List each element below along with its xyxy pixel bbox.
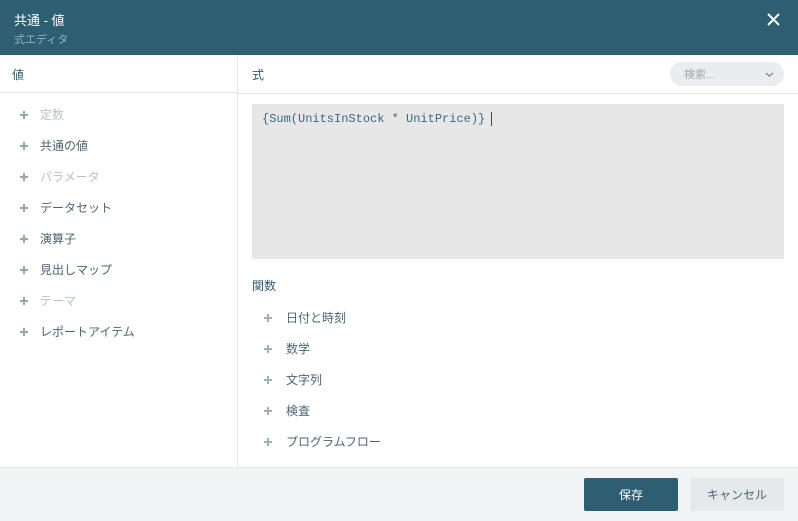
tree-item-label: 共通の値 [40, 137, 88, 154]
value-tree: 定数共通の値パラメータデータセット演算子見出しマップテーマレポートアイテム [0, 93, 237, 467]
tree-item[interactable]: テーマ [18, 285, 237, 316]
dialog-title: 共通 - 値 [14, 10, 763, 29]
save-button[interactable]: 保存 [584, 478, 678, 511]
left-panel: 値 定数共通の値パラメータデータセット演算子見出しマップテーマレポートアイテム [0, 55, 238, 467]
expand-icon[interactable] [262, 312, 274, 324]
close-icon[interactable] [763, 10, 784, 33]
dialog-body: 値 定数共通の値パラメータデータセット演算子見出しマップテーマレポートアイテム … [0, 55, 798, 467]
function-item-label: プログラムフロー [286, 433, 381, 450]
functions-wrap: 日付と時刻数学文字列検査プログラムフロー集計変換その他 [238, 302, 798, 467]
expand-icon[interactable] [18, 264, 30, 276]
tree-item[interactable]: データセット [18, 192, 237, 223]
cancel-button[interactable]: キャンセル [690, 478, 784, 511]
right-panel-top: 式 検索... [238, 55, 798, 94]
expand-icon[interactable] [18, 295, 30, 307]
function-item[interactable]: プログラムフロー [252, 426, 498, 457]
expression-text: {Sum(UnitsInStock * UnitPrice)} [262, 112, 485, 126]
function-item[interactable]: 検査 [252, 395, 498, 426]
tree-item-label: レポートアイテム [40, 323, 135, 340]
expand-icon[interactable] [262, 374, 274, 386]
chevron-down-icon [765, 68, 774, 80]
expand-icon[interactable] [18, 202, 30, 214]
tree-item-label: パラメータ [40, 168, 100, 185]
expand-icon[interactable] [262, 343, 274, 355]
expand-icon[interactable] [18, 140, 30, 152]
dialog-header: 共通 - 値 式エディタ [0, 0, 798, 55]
function-item-label: 数学 [286, 340, 310, 357]
expand-icon[interactable] [262, 405, 274, 417]
right-panel: 式 検索... {Sum(UnitsInStock * UnitPrice)} … [238, 55, 798, 467]
dialog-footer: 保存 キャンセル [0, 467, 798, 521]
tree-item-label: データセット [40, 199, 112, 216]
tree-item[interactable]: 演算子 [18, 223, 237, 254]
header-text: 共通 - 値 式エディタ [14, 10, 763, 47]
text-cursor [484, 112, 492, 126]
tree-item[interactable]: レポートアイテム [18, 316, 237, 347]
function-item-label: 文字列 [286, 371, 322, 388]
tree-item-label: 定数 [40, 106, 64, 123]
expand-icon[interactable] [262, 436, 274, 448]
tree-item[interactable]: 共通の値 [18, 130, 237, 161]
search-input[interactable]: 検索... [670, 62, 784, 86]
expand-icon[interactable] [18, 171, 30, 183]
function-item-label: 検査 [286, 402, 310, 419]
expand-icon[interactable] [18, 233, 30, 245]
expression-label: 式 [252, 66, 660, 83]
search-placeholder: 検索... [684, 69, 715, 81]
expression-textarea[interactable]: {Sum(UnitsInStock * UnitPrice)} [252, 104, 784, 259]
tree-item[interactable]: 定数 [18, 99, 237, 130]
tree-item[interactable]: 見出しマップ [18, 254, 237, 285]
left-panel-heading: 値 [0, 55, 237, 93]
functions-heading: 関数 [238, 259, 798, 302]
function-item[interactable]: 文字列 [252, 364, 498, 395]
function-item[interactable]: 日付と時刻 [252, 302, 498, 333]
tree-item[interactable]: パラメータ [18, 161, 237, 192]
functions-list[interactable]: 日付と時刻数学文字列検査プログラムフロー集計変換その他 [252, 302, 498, 457]
dialog-subtitle: 式エディタ [14, 31, 763, 47]
function-item[interactable]: 数学 [252, 333, 498, 364]
function-item-label: 日付と時刻 [286, 309, 346, 326]
expand-icon[interactable] [18, 326, 30, 338]
tree-item-label: 演算子 [40, 230, 76, 247]
expand-icon[interactable] [18, 109, 30, 121]
tree-item-label: テーマ [40, 292, 76, 309]
tree-item-label: 見出しマップ [40, 261, 112, 278]
